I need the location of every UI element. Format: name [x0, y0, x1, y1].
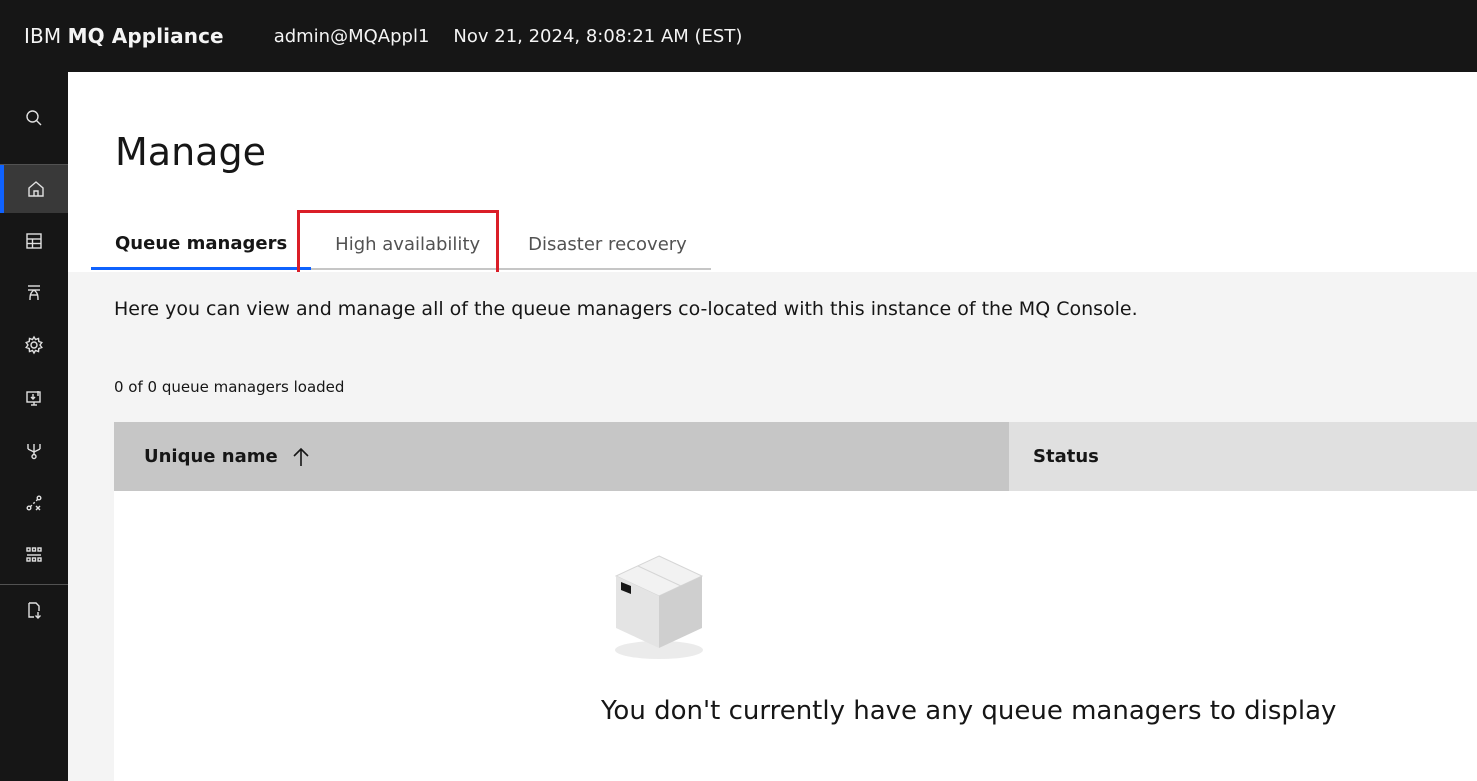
empty-state-message: You don't currently have any queue manag…: [601, 696, 1337, 726]
table-icon: [26, 233, 42, 249]
tab-high-availability[interactable]: High availability: [311, 220, 505, 270]
home-icon: [28, 181, 44, 197]
table-header: Unique name Status: [114, 422, 1477, 491]
apps-rail-button[interactable]: [0, 531, 68, 579]
top-header: IBM MQ Appliance admin@MQAppl1 Nov 21, 2…: [0, 0, 1477, 72]
export-icon: [28, 602, 41, 619]
apps-grid-icon: [26, 547, 42, 562]
table-rail-button[interactable]: [0, 217, 68, 265]
connections-rail-button[interactable]: [0, 479, 68, 527]
settings-rail-button[interactable]: [0, 321, 68, 369]
content-panel: Here you can view and manage all of the …: [68, 272, 1477, 781]
export-rail-button[interactable]: [0, 586, 68, 634]
tab-list: Queue managers High availability Disaste…: [91, 220, 711, 270]
search-icon: [26, 110, 42, 126]
tab-disaster-recovery[interactable]: Disaster recovery: [504, 220, 711, 270]
routing-icon: [27, 444, 41, 460]
datetime-label: Nov 21, 2024, 8:08:21 AM (EST): [453, 25, 743, 47]
monitor-icon: [26, 391, 41, 406]
column-label-status: Status: [1033, 446, 1099, 467]
home-rail-button[interactable]: [0, 165, 68, 213]
search-rail-button[interactable]: [0, 94, 68, 142]
table-body: You don't currently have any queue manag…: [114, 491, 1477, 781]
brand-prefix: IBM: [24, 24, 68, 48]
app-brand[interactable]: IBM MQ Appliance: [24, 24, 224, 48]
tab-queue-managers[interactable]: Queue managers: [91, 220, 312, 270]
loaded-count: 0 of 0 queue managers loaded: [114, 378, 345, 396]
queue-manager-table: Unique name Status You don't currently h…: [114, 422, 1477, 781]
routing-rail-button[interactable]: [0, 427, 68, 475]
rail-divider: [0, 584, 68, 585]
monitor-rail-button[interactable]: [0, 374, 68, 422]
network-rail-button[interactable]: [0, 269, 68, 317]
empty-box-icon: [614, 555, 704, 659]
settings-icon: [25, 335, 43, 355]
page-description: Here you can view and manage all of the …: [114, 298, 1138, 320]
network-icon: [28, 285, 40, 301]
column-label-unique-name: Unique name: [144, 446, 278, 467]
page-title: Manage: [115, 130, 266, 174]
user-label: admin@MQAppl1: [273, 25, 430, 47]
brand-product: MQ Appliance: [67, 24, 224, 48]
connections-icon: [26, 495, 42, 511]
side-rail: [0, 72, 68, 781]
arrow-up-icon[interactable]: [292, 447, 310, 467]
column-header-unique-name[interactable]: Unique name: [114, 422, 1009, 491]
column-header-status[interactable]: Status: [1009, 422, 1477, 491]
